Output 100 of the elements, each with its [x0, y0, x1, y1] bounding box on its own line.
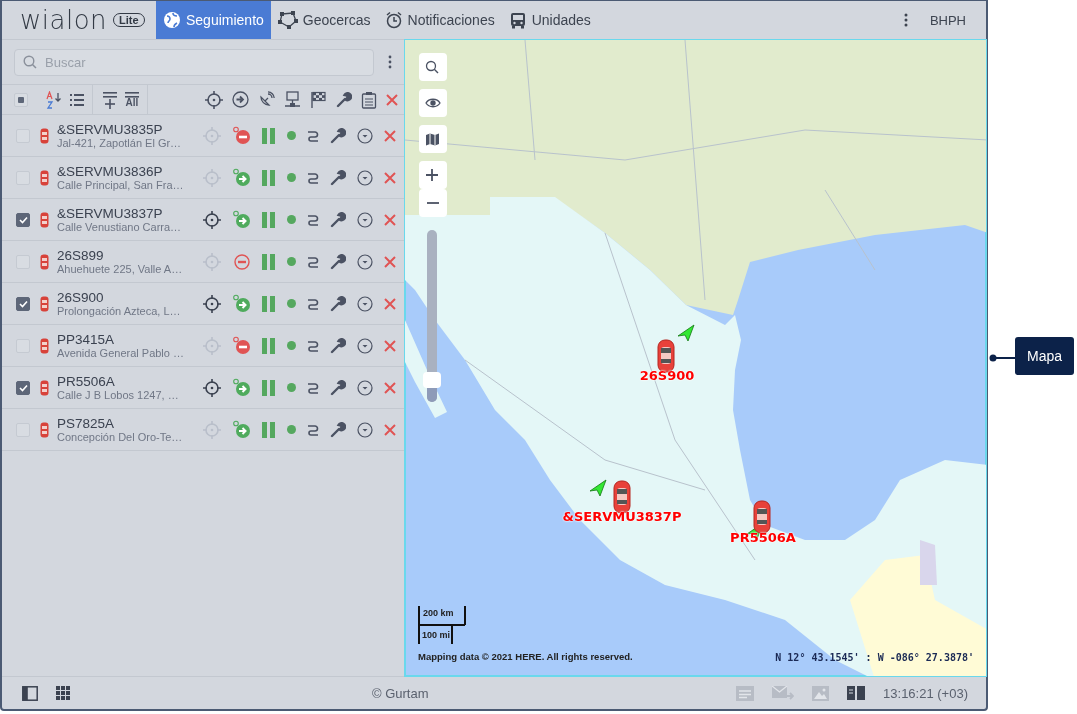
nav-tab[interactable]: Geocercas: [270, 1, 378, 39]
arrow-circle-icon[interactable]: [231, 168, 251, 187]
wave-icon[interactable]: [306, 297, 319, 310]
wrench-icon[interactable]: [329, 127, 346, 144]
stop-sign-icon[interactable]: [231, 336, 251, 355]
car-icon: [40, 253, 49, 270]
minus-circle-icon[interactable]: [231, 252, 251, 271]
satellite-icon[interactable]: [258, 91, 275, 108]
dropdown-circle-icon[interactable]: [356, 379, 373, 396]
close-icon[interactable]: [383, 129, 396, 142]
dropdown-circle-icon[interactable]: [356, 169, 373, 186]
zoom-out-button[interactable]: [419, 189, 447, 217]
map-attribution: Mapping data © 2021 HERE. All rights reserved.: [418, 651, 633, 662]
visibility-button[interactable]: [419, 89, 447, 117]
grid-icon[interactable]: [56, 686, 70, 700]
crosshair-icon[interactable]: [202, 210, 221, 229]
add-list-icon[interactable]: [103, 90, 117, 109]
unit-name[interactable]: PP3415A: [57, 332, 197, 347]
sort-az-icon[interactable]: [46, 90, 62, 109]
list-icon[interactable]: [70, 92, 84, 107]
dropdown-circle-icon[interactable]: [356, 421, 373, 438]
sidebar-icon[interactable]: [22, 685, 38, 701]
user-name[interactable]: BHPH: [919, 1, 986, 39]
close-icon[interactable]: [383, 255, 396, 268]
unit-label[interactable]: &SERVMU3837P: [562, 509, 682, 524]
wrench-icon[interactable]: [329, 295, 346, 312]
dropdown-circle-icon[interactable]: [356, 211, 373, 228]
nav-tab[interactable]: Notificaciones: [377, 1, 502, 39]
wrench-icon[interactable]: [329, 211, 346, 228]
wave-icon[interactable]: [306, 381, 319, 394]
crosshair-icon[interactable]: [202, 294, 221, 313]
select-all-button[interactable]: All: [125, 91, 139, 108]
wrench-icon[interactable]: [329, 379, 346, 396]
more-icon[interactable]: [903, 13, 908, 27]
crosshair-icon[interactable]: [202, 378, 221, 397]
unit-label[interactable]: 26S900: [639, 368, 695, 383]
arrow-circle-icon[interactable]: [231, 210, 251, 229]
wave-icon[interactable]: [306, 255, 319, 268]
dot-icon: [286, 215, 296, 224]
row-checkbox[interactable]: [16, 380, 30, 395]
scale-label: 100 mi: [422, 630, 451, 640]
select-all-checkbox[interactable]: [14, 92, 28, 107]
wrench-icon[interactable]: [329, 337, 346, 354]
unit-address: Jal-421, Zapotlán El Gr…: [57, 137, 183, 149]
dropdown-circle-icon[interactable]: [356, 253, 373, 270]
wave-icon[interactable]: [306, 423, 319, 436]
row-checkbox[interactable]: [16, 296, 30, 311]
unit-label[interactable]: PR5506A: [730, 530, 796, 545]
wave-icon[interactable]: [306, 129, 319, 142]
wave-icon[interactable]: [306, 339, 319, 352]
more-icon[interactable]: [388, 55, 392, 69]
close-icon[interactable]: [383, 213, 396, 226]
network-icon[interactable]: [284, 91, 301, 108]
unit-name[interactable]: &SERVMU3836P: [57, 164, 197, 179]
map-layers-button[interactable]: [419, 125, 447, 153]
search-field[interactable]: Buscar: [14, 48, 374, 76]
nav-tab[interactable]: Unidades: [501, 1, 598, 39]
country-shape: [920, 540, 937, 585]
unit-name[interactable]: &SERVMU3837P: [57, 206, 197, 221]
unit-name[interactable]: 26S900: [57, 290, 197, 305]
zoom-in-button[interactable]: [419, 161, 447, 189]
arrow-circle-icon[interactable]: [232, 91, 249, 108]
book-icon[interactable]: [847, 686, 866, 700]
slider-thumb[interactable]: [423, 371, 441, 388]
clipboard-icon[interactable]: [361, 90, 377, 109]
unit-name[interactable]: 26S899: [57, 248, 197, 263]
map-search-button[interactable]: [419, 53, 447, 81]
dropdown-circle-icon[interactable]: [356, 127, 373, 144]
check-icon: [18, 215, 28, 224]
wrench-icon[interactable]: [329, 421, 346, 438]
wave-icon[interactable]: [306, 213, 319, 226]
logo: wialon: [20, 5, 108, 35]
close-icon[interactable]: [383, 297, 396, 310]
dropdown-circle-icon[interactable]: [356, 295, 373, 312]
dot-icon: [286, 173, 296, 182]
row-checkbox[interactable]: [16, 212, 30, 227]
wrench-icon[interactable]: [329, 253, 346, 270]
checkered-flag-icon[interactable]: [310, 91, 327, 108]
close-icon[interactable]: [383, 381, 396, 394]
crosshair-icon[interactable]: [205, 90, 223, 109]
close-icon[interactable]: [383, 423, 396, 436]
unit-name[interactable]: &SERVMU3835P: [57, 122, 197, 137]
close-icon[interactable]: [383, 171, 396, 184]
unit-name[interactable]: PS7825A: [57, 416, 197, 431]
wrench-icon[interactable]: [336, 91, 352, 108]
car-icon: [657, 339, 675, 373]
arrow-circle-icon[interactable]: [231, 420, 251, 439]
dropdown-circle-icon[interactable]: [356, 337, 373, 354]
arrow-circle-icon[interactable]: [231, 378, 251, 397]
wave-icon[interactable]: [306, 171, 319, 184]
copyright-text: © Gurtam: [372, 685, 429, 701]
close-icon[interactable]: [386, 93, 398, 106]
stop-sign-icon[interactable]: [231, 126, 251, 145]
check-icon: [18, 383, 28, 392]
polygon-icon: [277, 11, 298, 29]
arrow-circle-icon[interactable]: [231, 294, 251, 313]
nav-tab[interactable]: Seguimiento: [156, 1, 271, 39]
wrench-icon[interactable]: [329, 169, 346, 186]
unit-name[interactable]: PR5506A: [57, 374, 197, 389]
close-icon[interactable]: [383, 339, 396, 352]
